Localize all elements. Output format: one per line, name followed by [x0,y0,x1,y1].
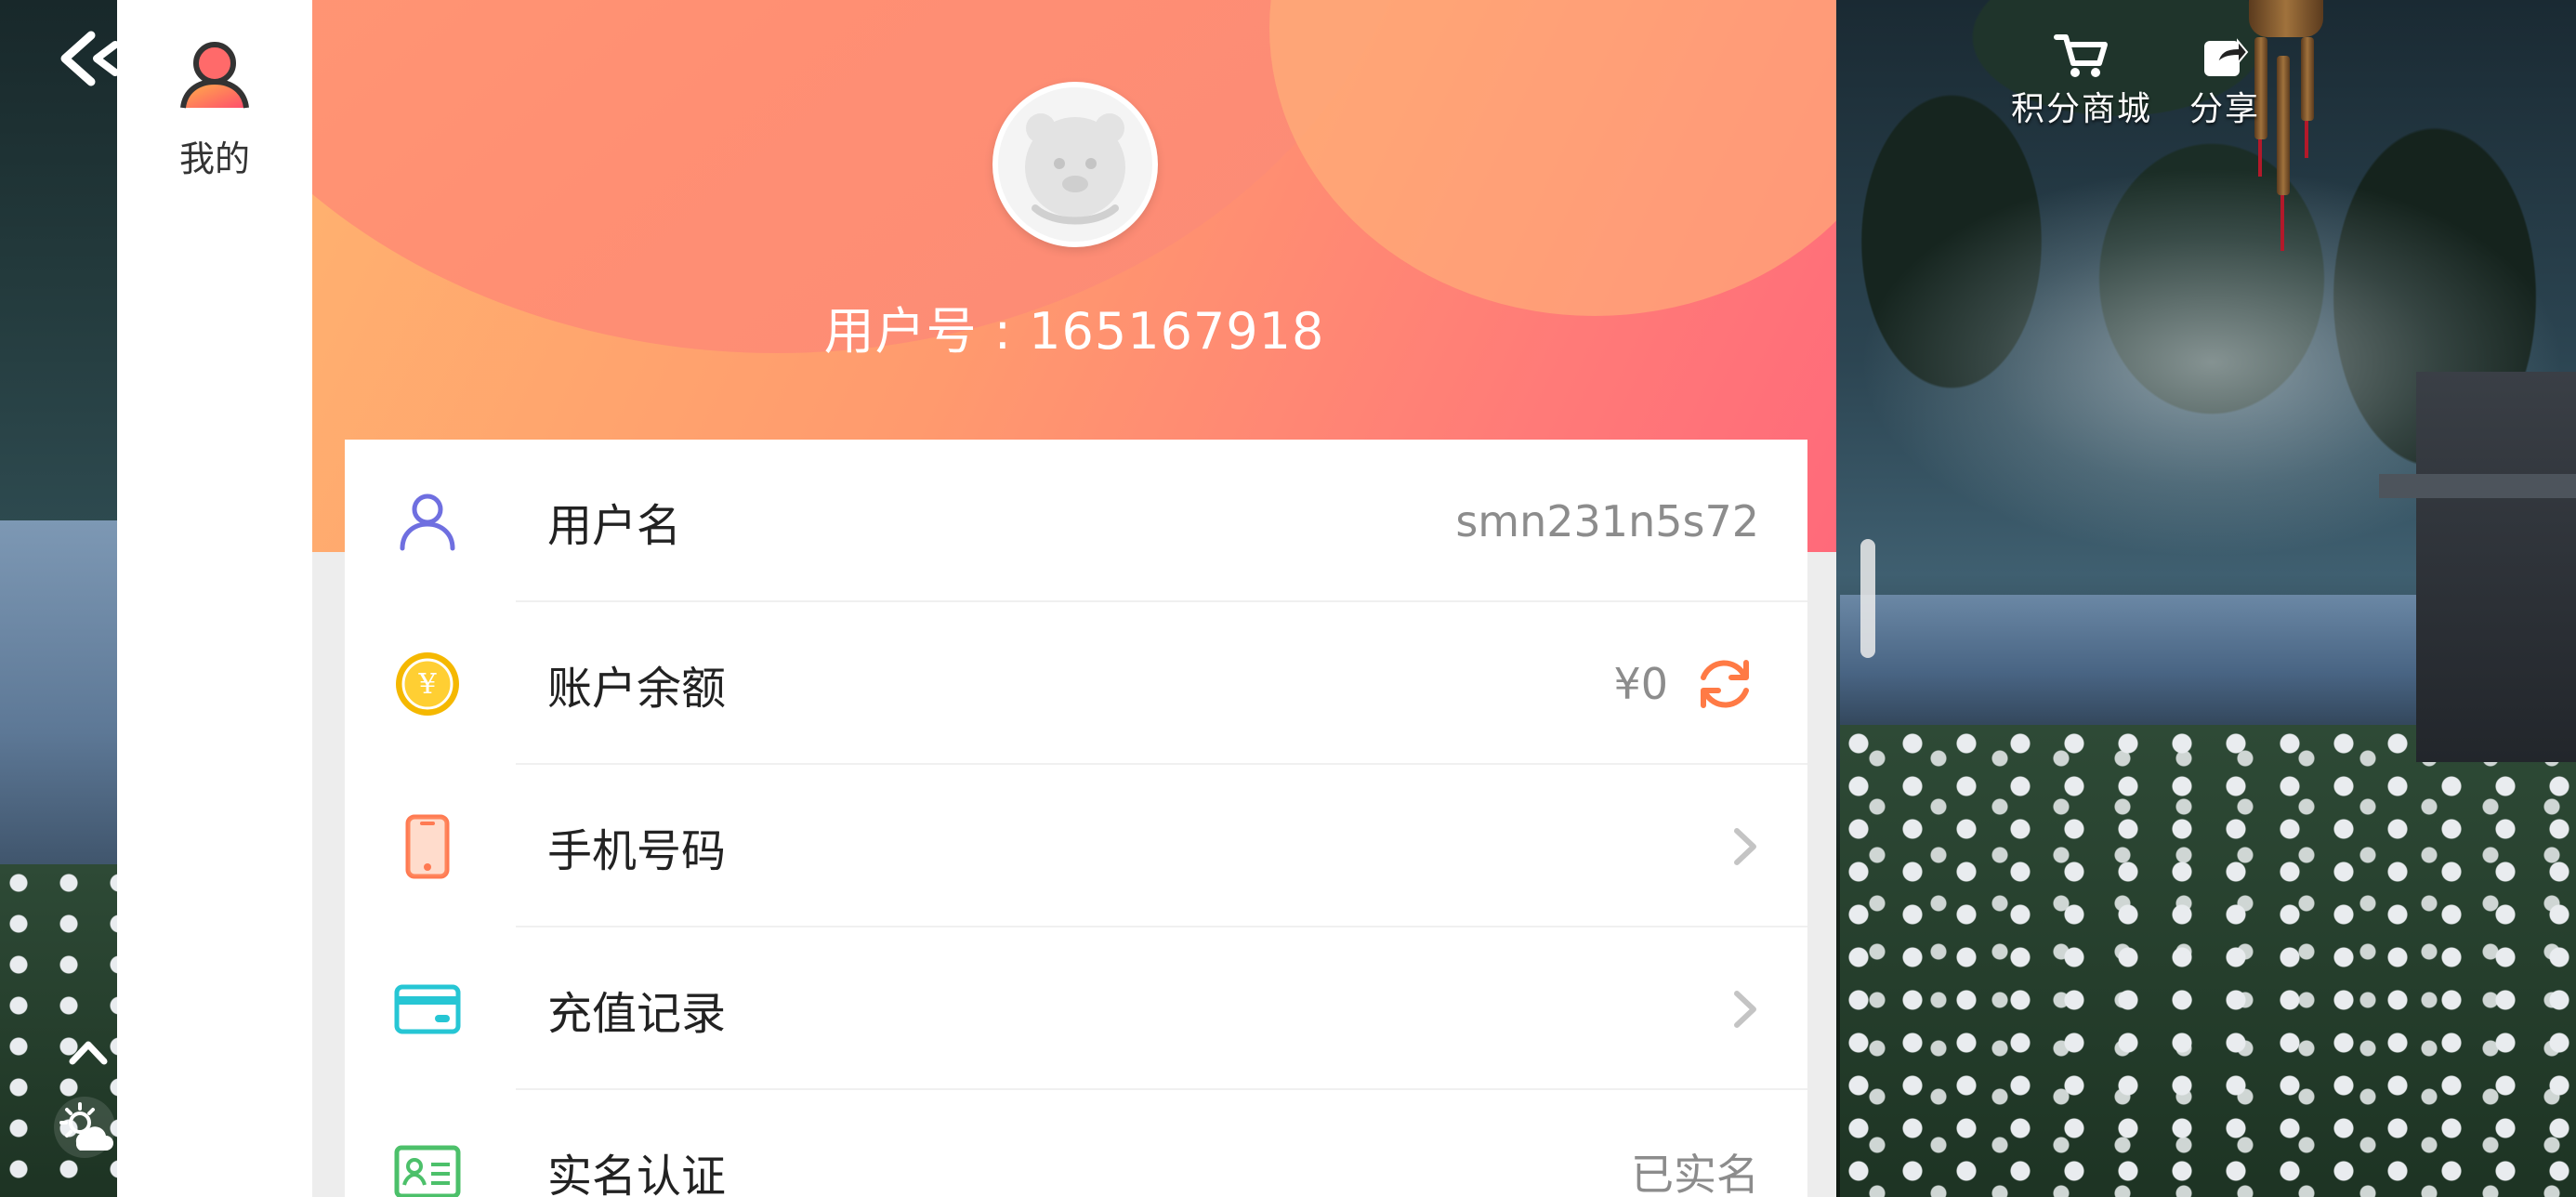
share-label: 分享 [2188,90,2260,128]
lily-field-scenery [1840,725,2576,1197]
avatar[interactable] [992,82,1158,247]
chevron-right-icon [1734,990,1756,1028]
wind-chime-decoration [2249,0,2323,279]
left-water-scenery [0,520,121,874]
account-info-card: 用户名 smn231n5s72 ¥ 账户余额 ¥0 手机号码 充值记录 实名认证… [345,440,1807,1197]
refresh-icon [1701,659,1749,708]
chevron-right-icon [1734,827,1756,865]
cartoon-avatar-icon [1025,113,1125,225]
phone-row[interactable]: 手机号码 [345,765,1807,927]
points-mall-button[interactable]: 积分商城 [2011,32,2152,130]
back-button[interactable] [54,28,123,89]
tab-mine[interactable]: 我的 [117,37,312,181]
chevron-up-icon [69,1041,108,1065]
share-icon [2203,38,2249,76]
user-profile-icon [180,42,249,109]
sun-cloud-icon [59,1102,113,1151]
game-top-toolbar: 积分商城 分享 [2011,32,2260,130]
svg-text:¥: ¥ [417,668,437,701]
real-name-label: 实名认证 [547,1150,727,1197]
card-icon [393,975,462,1044]
collapse-up-button[interactable] [63,1030,113,1071]
phone-label: 手机号码 [547,824,727,877]
username-value: smn231n5s72 [1455,495,1759,546]
account-panel: 用户号 : 165167918 用户名 smn231n5s72 ¥ 账户余额 ¥… [312,0,1836,1197]
shopping-cart-icon [2053,34,2108,77]
tab-mine-label: 我的 [178,138,250,179]
username-label: 用户名 [547,499,682,552]
person-icon [393,487,462,556]
recharge-records-row[interactable]: 充值记录 [345,927,1807,1090]
recharge-records-label: 充值记录 [547,987,727,1040]
balance-value: ¥0 [1613,658,1668,709]
real-name-row[interactable]: 实名认证 已实名 [345,1090,1807,1197]
phone-icon [393,812,462,881]
double-chevron-left-icon [60,31,119,86]
id-card-icon [393,1138,462,1197]
coin-yen-icon: ¥ [393,650,462,718]
refresh-balance-button[interactable] [1694,653,1755,715]
balance-row[interactable]: ¥ 账户余额 ¥0 [345,602,1807,765]
username-row[interactable]: 用户名 smn231n5s72 [345,440,1807,602]
share-button[interactable]: 分享 [2189,32,2260,130]
weather-toggle-button[interactable] [54,1097,115,1158]
real-name-status: 已实名 [1631,1149,1759,1197]
points-mall-label: 积分商城 [2010,90,2152,128]
pavilion-scenery [2379,372,2576,762]
user-id-text: 用户号 : 165167918 [823,302,1325,361]
side-tab-rail: 我的 [117,0,312,1197]
scroll-handle[interactable] [1860,539,1875,658]
balance-label: 账户余额 [547,662,727,715]
